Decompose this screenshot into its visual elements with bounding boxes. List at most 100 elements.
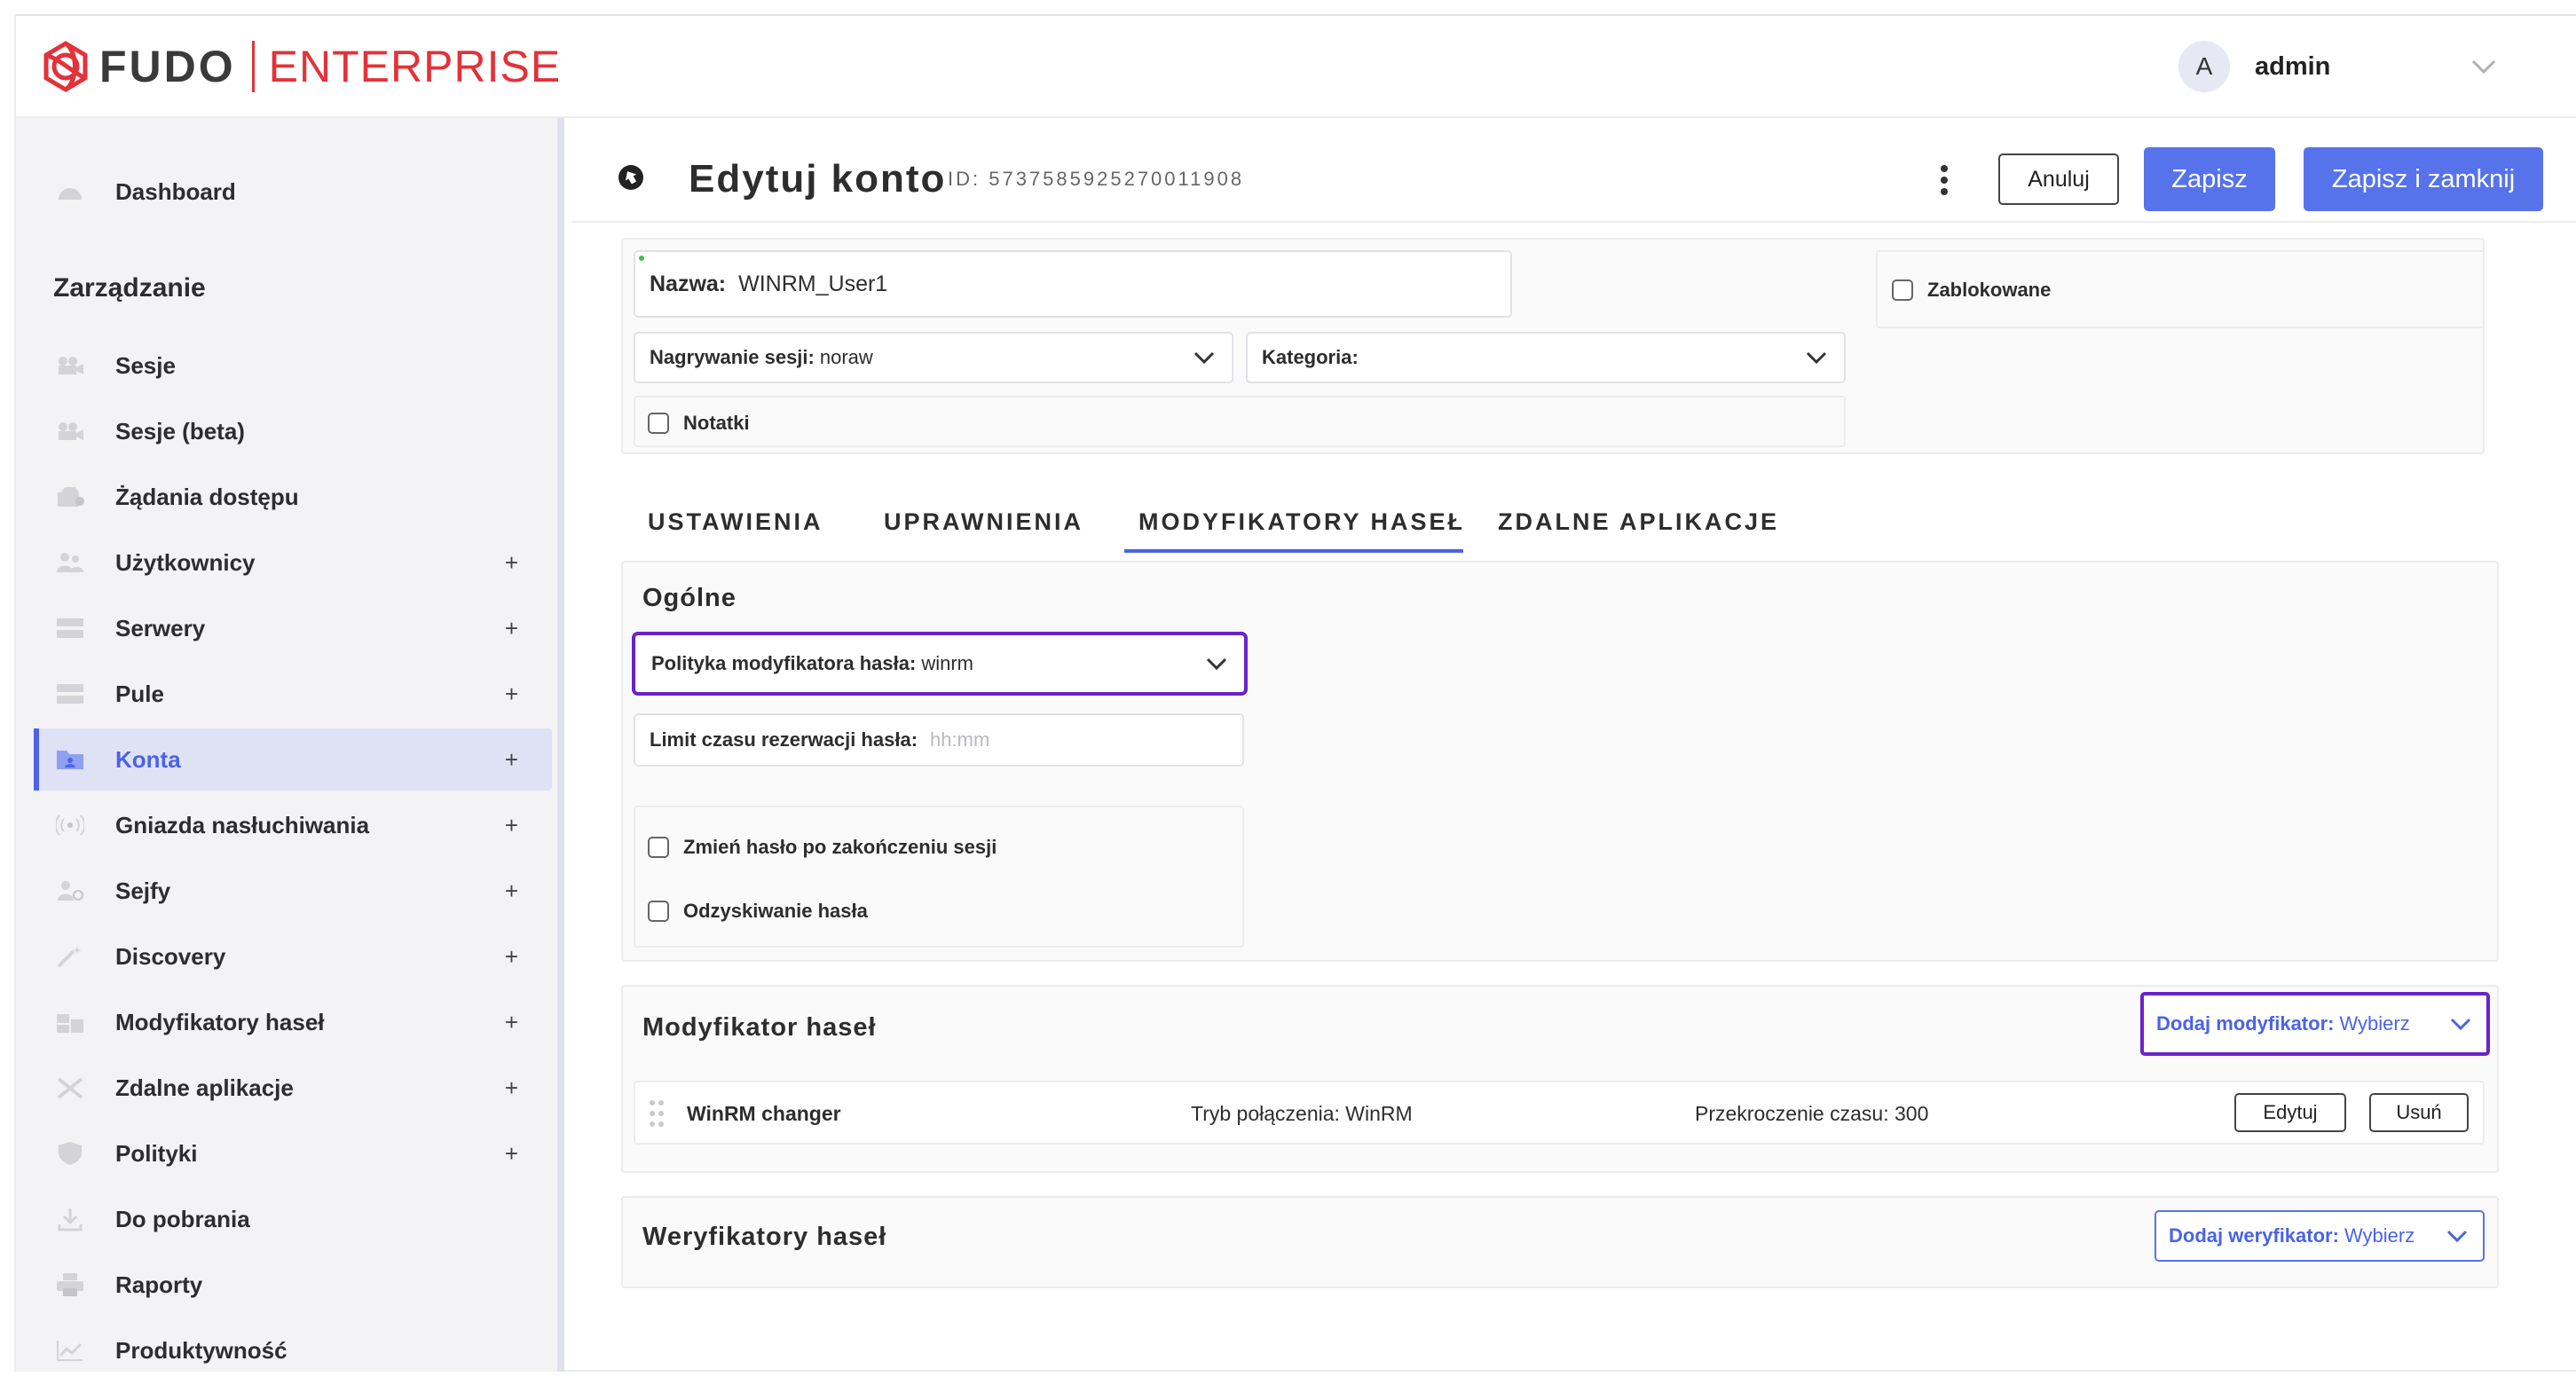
save-button[interactable]: Zapisz (2144, 147, 2275, 211)
chevron-down-icon (2450, 1018, 2471, 1031)
sidebar: Dashboard Zarządzanie Sesje Sesje (beta)… (16, 118, 564, 1372)
sidebar-item-label: Raporty (115, 1271, 203, 1298)
policy-label: Polityka modyfikatora hasła: (651, 652, 917, 674)
page-title: Edytuj konto (689, 157, 947, 201)
recording-label: Nagrywanie sesji: (650, 346, 815, 368)
fudo-logo[interactable]: FUDO ENTERPRISE (39, 37, 561, 96)
sidebar-item-access-requests[interactable]: Żądania dostępu (34, 466, 552, 528)
sidebar-item-productivity[interactable]: Produktywność (34, 1319, 552, 1381)
notes-checkbox[interactable]: Notatki (648, 412, 750, 435)
chevron-down-icon (1193, 351, 1215, 365)
delete-button[interactable]: Usuń (2369, 1093, 2469, 1132)
cancel-button[interactable]: Anuluj (1998, 153, 2119, 205)
modifiers-title: Modyfikator haseł (642, 1013, 877, 1042)
sidebar-item-label: Discovery (115, 942, 226, 970)
sidebar-item-label: Pule (115, 680, 164, 707)
checkbox[interactable] (648, 837, 669, 858)
tab-settings[interactable]: USTAWIENIA (648, 508, 823, 536)
tools-icon (55, 1074, 85, 1101)
sidebar-item-password-modifiers[interactable]: Modyfikatory haseł + (34, 991, 552, 1053)
category-label: Kategoria: (1262, 346, 1359, 368)
checkbox[interactable] (648, 901, 669, 922)
safe-user-icon (55, 877, 85, 904)
name-value: WINRM_User1 (738, 271, 888, 296)
sidebar-item-label: Zdalne aplikacje (115, 1074, 294, 1101)
sidebar-item-label: Konta (115, 745, 181, 773)
access-request-icon (55, 484, 85, 510)
expand-icon[interactable]: + (505, 943, 518, 971)
category-select[interactable]: Kategoria: (1246, 332, 1846, 383)
reservation-limit-field[interactable]: Limit czasu rezerwacji hasła: hh:mm (634, 713, 1244, 767)
shield-icon (55, 1140, 85, 1167)
fudo-logo-mark-icon (43, 41, 88, 92)
sidebar-item-label: Do pobrania (115, 1205, 250, 1232)
user-menu[interactable]: A admin (2178, 41, 2500, 92)
trend-chart-icon (55, 1337, 85, 1364)
broadcast-icon (55, 812, 85, 838)
sidebar-item-remote-apps[interactable]: Zdalne aplikacje + (34, 1057, 552, 1119)
sidebar-item-listeners[interactable]: Gniazda nasłuchiwania + (34, 794, 552, 856)
sidebar-item-accounts[interactable]: Konta + (34, 728, 552, 791)
modifier-name: WinRM changer (687, 1102, 841, 1125)
account-id: ID: 5737585925270011908 (948, 168, 1245, 190)
tab-permissions[interactable]: UPRAWNIENIA (884, 508, 1083, 536)
add-verifier-select[interactable]: Dodaj weryfikator: Wybierz (2155, 1210, 2485, 1262)
expand-icon[interactable]: + (505, 681, 518, 708)
password-recovery-checkbox[interactable]: Odzyskiwanie hasła (648, 900, 868, 923)
sidebar-item-sessions[interactable]: Sesje (34, 334, 552, 397)
expand-icon[interactable]: + (505, 549, 518, 577)
sidebar-item-label: Żądania dostępu (115, 483, 299, 510)
sidebar-item-users[interactable]: Użytkownicy + (34, 531, 552, 594)
video-camera-icon (55, 418, 85, 445)
change-password-label: Zmień hasło po zakończeniu sesji (683, 836, 997, 858)
change-password-checkbox[interactable]: Zmień hasło po zakończeniu sesji (648, 836, 997, 859)
tab-remote-apps[interactable]: ZDALNE APLIKACJE (1498, 508, 1779, 536)
sidebar-item-sessions-beta[interactable]: Sesje (beta) (34, 400, 552, 462)
add-modifier-value: Wybierz (2339, 1012, 2410, 1035)
sidebar-item-reports[interactable]: Raporty (34, 1254, 552, 1316)
blocked-checkbox[interactable]: Zablokowane (1892, 279, 2051, 302)
pool-icon (55, 681, 85, 707)
add-verifier-label: Dodaj weryfikator: (2169, 1224, 2339, 1247)
timeout: Przekroczenie czasu: 300 (1695, 1102, 1929, 1125)
tab-password-modifiers[interactable]: MODYFIKATORY HASEŁ (1138, 508, 1465, 536)
sidebar-item-label: Polityki (115, 1139, 198, 1167)
avatar: A (2178, 41, 2230, 92)
sidebar-item-discovery[interactable]: Discovery + (34, 925, 552, 988)
chevron-down-icon[interactable] (2468, 51, 2500, 83)
checkbox[interactable] (648, 413, 669, 434)
back-arrow-icon[interactable] (618, 164, 644, 191)
drag-handle-icon[interactable] (648, 1098, 666, 1129)
password-modifier-policy-select[interactable]: Polityka modyfikatora hasła: winrm (632, 632, 1248, 696)
expand-icon[interactable]: + (505, 877, 518, 905)
password-options-box (634, 806, 1244, 948)
sidebar-item-label: Gniazda nasłuchiwania (115, 811, 370, 838)
name-field[interactable]: Nazwa: WINRM_User1 (634, 250, 1512, 318)
sidebar-item-dashboard[interactable]: Dashboard (34, 161, 552, 223)
edit-button[interactable]: Edytuj (2234, 1093, 2346, 1132)
page-header: Edytuj konto ID: 5737585925270011908 Anu… (571, 118, 2576, 223)
notes-label: Notatki (683, 412, 750, 434)
expand-icon[interactable]: + (505, 812, 518, 839)
sidebar-item-policies[interactable]: Polityki + (34, 1122, 552, 1184)
expand-icon[interactable]: + (505, 615, 518, 642)
expand-icon[interactable]: + (505, 746, 518, 774)
sidebar-item-downloads[interactable]: Do pobrania (34, 1188, 552, 1250)
session-recording-select[interactable]: Nagrywanie sesji: noraw (634, 332, 1233, 383)
save-and-close-button[interactable]: Zapisz i zamknij (2304, 147, 2543, 211)
expand-icon[interactable]: + (505, 1140, 518, 1168)
checkbox[interactable] (1892, 279, 1913, 301)
expand-icon[interactable]: + (505, 1074, 518, 1102)
download-icon (55, 1206, 85, 1232)
sidebar-item-pools[interactable]: Pule + (34, 663, 552, 725)
sidebar-item-safes[interactable]: Sejfy + (34, 860, 552, 922)
more-options-icon[interactable] (1938, 164, 1950, 196)
chevron-down-icon (1806, 351, 1827, 365)
blocked-label: Zablokowane (1927, 279, 2052, 301)
add-modifier-select[interactable]: Dodaj modyfikator: Wybierz (2140, 992, 2490, 1056)
sidebar-item-label: Sejfy (115, 877, 171, 904)
expand-icon[interactable]: + (505, 1009, 518, 1036)
table-row: WinRM changer Tryb połączenia: WinRM Prz… (634, 1081, 2485, 1145)
chevron-down-icon (1206, 657, 1227, 671)
sidebar-item-servers[interactable]: Serwery + (34, 597, 552, 659)
